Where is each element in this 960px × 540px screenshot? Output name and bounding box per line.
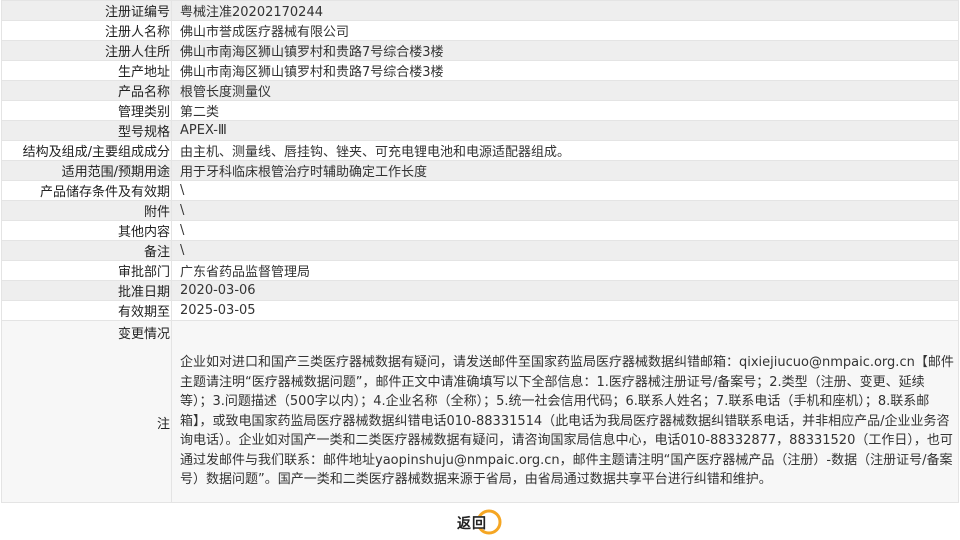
row-value: 佛山市南海区狮山镇罗村和贵路7号综合楼3楼 [171,40,959,61]
row-value: 佛山市誉成医疗器械有限公司 [171,20,959,41]
row-value: \ [171,240,959,261]
row-value: 2020-03-06 [171,280,959,301]
row-registration-number: 注册证编号 粤械注准20202170244 [1,0,959,21]
row-label: 有效期至 [1,300,172,321]
row-production-address: 生产地址 佛山市南海区狮山镇罗村和贵路7号综合楼3楼 [1,60,959,81]
row-management-class: 管理类别 第二类 [1,100,959,121]
row-label: 结构及组成/主要组成成分 [1,140,172,161]
row-product-name: 产品名称 根管长度测量仪 [1,80,959,101]
note-body: 企业如对进口和国产三类医疗器械数据有疑问，请发送邮件至国家药监局医疗器械数据纠错… [180,354,954,488]
row-label: 注册人名称 [1,20,172,41]
row-value: \ [171,180,959,201]
row-remarks: 备注 \ [1,240,959,261]
row-value: 由主机、测量线、唇挂钩、锉夹、可充电锂电池和电源适配器组成。 [171,140,959,161]
row-label: 管理类别 [1,100,172,121]
row-value: APEX-Ⅲ [171,120,959,141]
row-value: 佛山市南海区狮山镇罗村和贵路7号综合楼3楼 [171,60,959,81]
row-approval-date: 批准日期 2020-03-06 [1,280,959,301]
row-value: 粤械注准20202170244 [171,0,959,21]
row-other-content: 其他内容 \ [1,220,959,241]
row-label: 适用范围/预期用途 [1,160,172,181]
row-attachments: 附件 \ [1,200,959,221]
row-value: \ [171,200,959,221]
back-button-area: 返回 [0,508,960,538]
change-history-label: 变更情况 [117,327,170,342]
row-label: 附件 [1,200,172,221]
row-value: 第二类 [171,100,959,121]
row-label: 批准日期 [1,280,172,301]
row-value: 广东省药品监督管理局 [171,260,959,281]
row-value: 用于牙科临床根管治疗时辅助确定工作长度 [171,160,959,181]
row-label: 注册人住所 [1,40,172,61]
note-text: 企业如对进口和国产三类医疗器械数据有疑问，请发送邮件至国家药监局医疗器械数据纠错… [171,320,959,503]
row-label: 注册证编号 [1,0,172,21]
back-button[interactable]: 返回 [457,508,503,536]
row-label: 其他内容 [1,220,172,241]
row-label: 产品储存条件及有效期 [1,180,172,201]
row-value: 根管长度测量仪 [171,80,959,101]
row-label: 型号规格 [1,120,172,141]
row-label: 备注 [1,240,172,261]
row-label: 生产地址 [1,60,172,81]
row-registrant-name: 注册人名称 佛山市誉成医疗器械有限公司 [1,20,959,41]
row-model-spec: 型号规格 APEX-Ⅲ [1,120,959,141]
row-intended-use: 适用范围/预期用途 用于牙科临床根管治疗时辅助确定工作长度 [1,160,959,181]
row-change-and-note: 变更情况 注 企业如对进口和国产三类医疗器械数据有疑问，请发送邮件至国家药监局医… [1,320,959,503]
row-storage-validity: 产品储存条件及有效期 \ [1,180,959,201]
row-structure-composition: 结构及组成/主要组成成分 由主机、测量线、唇挂钩、锉夹、可充电锂电池和电源适配器… [1,140,959,161]
row-value: \ [171,220,959,241]
row-label: 变更情况 注 [1,320,172,503]
registration-detail-table: 注册证编号 粤械注准20202170244 注册人名称 佛山市誉成医疗器械有限公… [1,0,959,503]
note-label: 注 [156,417,170,432]
back-button-label: 返回 [457,515,487,531]
row-valid-until: 有效期至 2025-03-05 [1,300,959,321]
row-label: 产品名称 [1,80,172,101]
row-registrant-address: 注册人住所 佛山市南海区狮山镇罗村和贵路7号综合楼3楼 [1,40,959,61]
row-label: 审批部门 [1,260,172,281]
row-approval-department: 审批部门 广东省药品监督管理局 [1,260,959,281]
row-value: 2025-03-05 [171,300,959,321]
